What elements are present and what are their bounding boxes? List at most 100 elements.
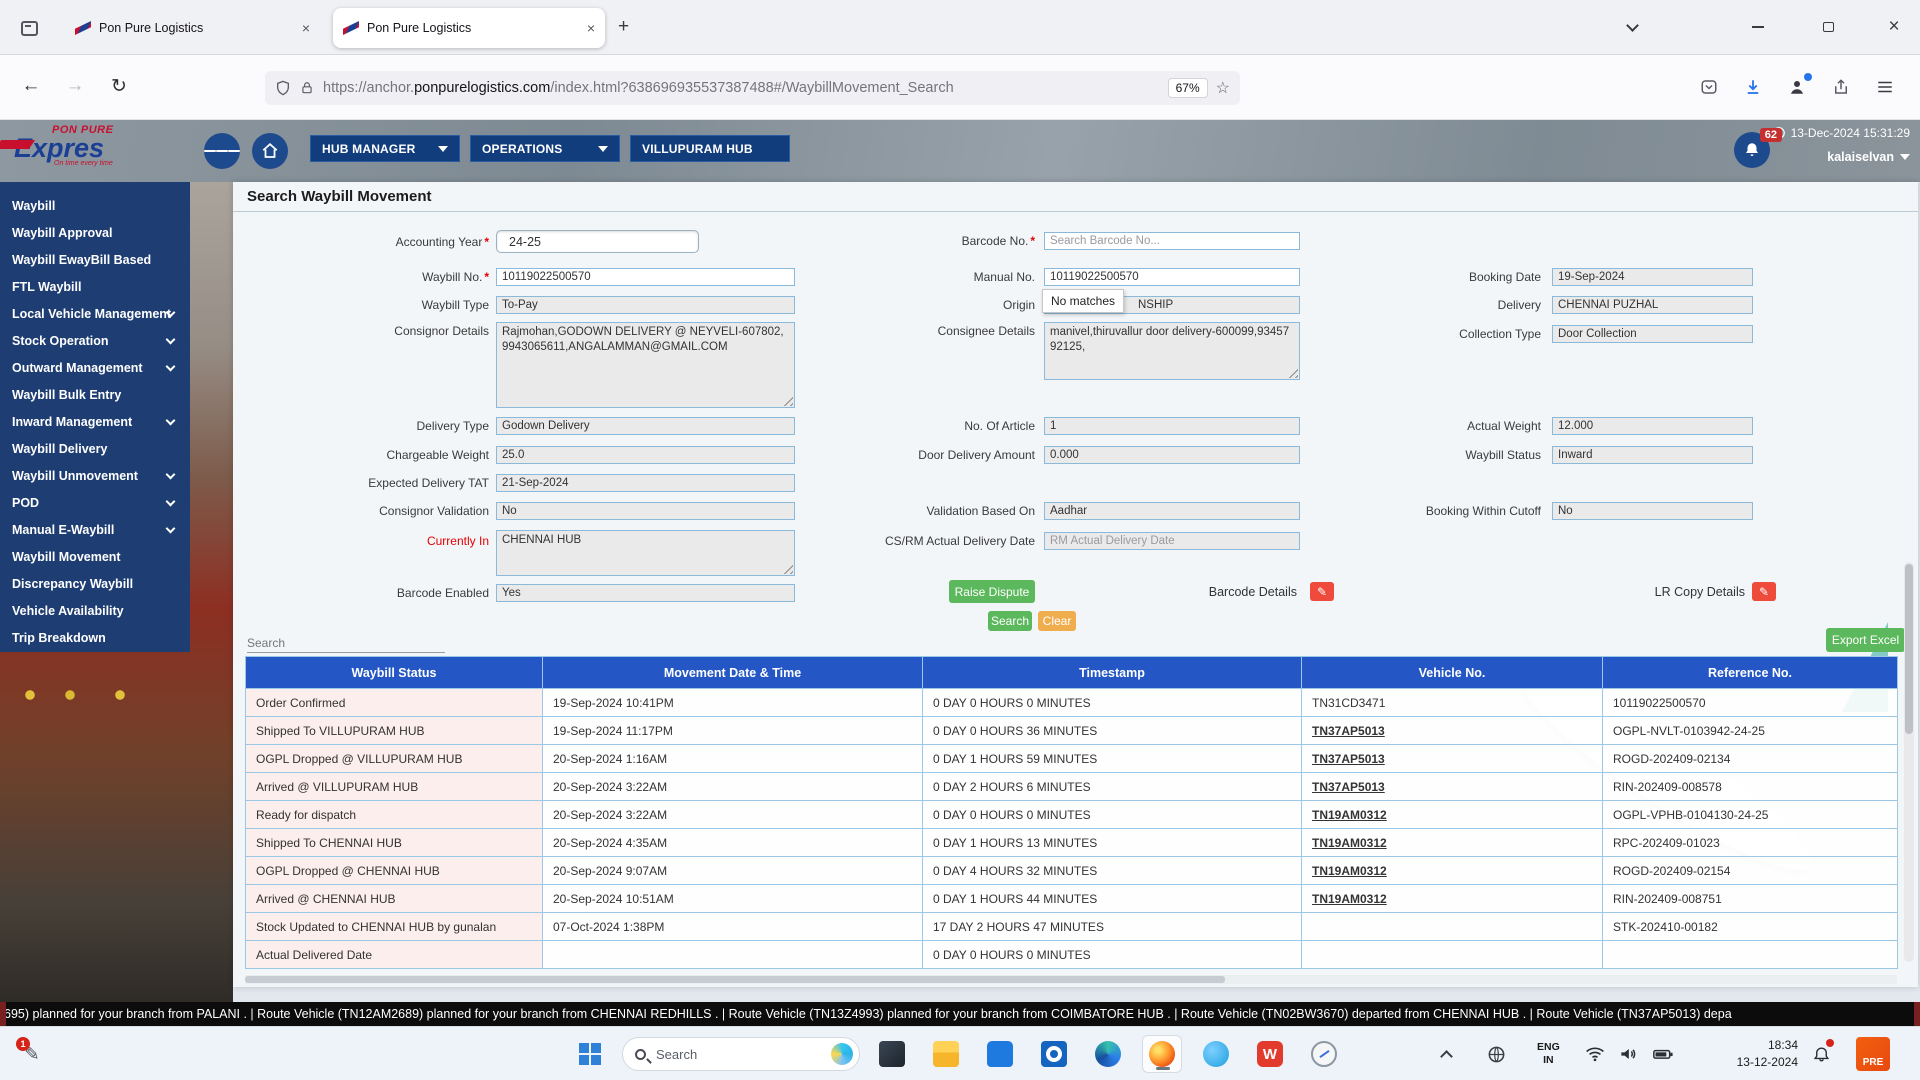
vehicle-link[interactable]: TN37AP5013 [1302,745,1603,773]
pre-recording-badge[interactable]: PRE [1856,1027,1890,1080]
hub-selector[interactable]: VILLUPURAM HUB [630,135,790,162]
sidebar-item-trip-breakdown[interactable]: Trip Breakdown [0,624,190,651]
clock[interactable]: 18:34 13-12-2024 [1712,1027,1798,1080]
timestamp-cell: 0 DAY 0 HOURS 0 MINUTES [923,801,1302,829]
bing-icon[interactable] [831,1043,853,1065]
new-tab-button[interactable]: + [618,16,629,38]
chevron-down-icon [438,146,448,152]
accounting-year-select[interactable] [496,230,699,253]
bookmark-star-icon[interactable]: ☆ [1216,78,1230,98]
menu-icon[interactable] [1870,71,1900,103]
start-button[interactable] [570,1035,610,1073]
barcode-no-input[interactable] [1044,232,1300,250]
snipping-tool-icon[interactable] [1304,1035,1344,1073]
sidebar-item-manual-e-waybill[interactable]: Manual E-Waybill [0,516,190,543]
vehicle-link[interactable]: TN37AP5013 [1302,773,1603,801]
battery-icon[interactable] [1652,1027,1674,1080]
sidebar-item-waybill-bulk-entry[interactable]: Waybill Bulk Entry [0,381,190,408]
results-filter-input[interactable] [247,633,445,653]
tray-chevron-icon[interactable] [1442,1027,1451,1080]
raise-dispute-button[interactable]: Raise Dispute [949,580,1035,603]
task-view-icon[interactable] [872,1035,912,1073]
display-project-icon[interactable] [1487,1027,1506,1080]
microsoft-store-icon[interactable] [980,1035,1020,1073]
search-button[interactable]: Search [988,611,1032,631]
barcode-enabled-label: Barcode Enabled [253,586,489,600]
vehicle-cell [1302,941,1603,969]
pocket-icon[interactable] [1694,71,1724,103]
vehicle-link[interactable]: TN37AP5013 [1302,717,1603,745]
export-excel-button[interactable]: Export Excel [1826,628,1905,652]
list-tabs-icon[interactable] [1610,12,1654,42]
hamburger-menu-icon[interactable] [204,133,240,169]
browser-tab-2-active[interactable]: Pon Pure Logistics × [333,8,605,48]
role-dropdown[interactable]: HUB MANAGER [310,135,460,162]
sidebar-item-discrepancy-waybill[interactable]: Discrepancy Waybill [0,570,190,597]
movement-cell: 19-Sep-2024 10:41PM [543,689,923,717]
back-icon[interactable]: ← [14,69,48,103]
vehicle-link[interactable]: TN19AM0312 [1302,885,1603,913]
sidebar-item-waybill-ewaybill-based[interactable]: Waybill EwayBill Based [0,246,190,273]
account-icon[interactable] [1782,71,1812,103]
user-menu[interactable]: kalaiselvan [1827,150,1910,164]
firefox-icon[interactable] [1142,1035,1182,1073]
sidebar-item-outward-management[interactable]: Outward Management [0,354,190,381]
clear-button[interactable]: Clear [1038,611,1076,631]
waybill-no-input[interactable] [496,268,795,286]
horizontal-scrollbar[interactable] [245,975,1897,984]
firefox-view-icon[interactable] [14,14,44,42]
sidebar-item-waybill-unmovement[interactable]: Waybill Unmovement [0,462,190,489]
share-icon[interactable] [1826,71,1856,103]
vertical-scrollbar[interactable] [1904,562,1914,962]
sidebar-item-local-vehicle-management[interactable]: Local Vehicle Management [0,300,190,327]
wps-icon[interactable]: W [1250,1035,1290,1073]
language-indicator[interactable]: ENGIN [1537,1027,1560,1080]
home-icon[interactable] [252,133,288,169]
timestamp-cell: 0 DAY 1 HOURS 59 MINUTES [923,745,1302,773]
vehicle-link[interactable]: TN19AM0312 [1302,801,1603,829]
forward-icon[interactable]: → [58,69,92,103]
consignee-details-label: Consignee Details [793,324,1035,338]
browser-tab-1[interactable]: Pon Pure Logistics × [65,8,320,48]
sidebar-item-waybill[interactable]: Waybill [0,192,190,219]
volume-icon[interactable] [1618,1027,1638,1080]
notification-bell[interactable]: 62 [1734,132,1770,168]
wifi-icon[interactable] [1585,1027,1605,1080]
department-dropdown[interactable]: OPERATIONS [470,135,620,162]
pen-app-icon[interactable]: ✎ 1 [12,1035,52,1073]
notification-center-bell[interactable] [1812,1027,1831,1080]
taskbar-search[interactable]: Search [622,1037,860,1071]
sidebar-item-pod[interactable]: POD [0,489,190,516]
waybill-status-cell: Arrived @ CHENNAI HUB [246,885,543,913]
tab-close-icon[interactable]: × [302,20,310,36]
sidebar-item-waybill-movement[interactable]: Waybill Movement [0,543,190,570]
zoom-level-badge[interactable]: 67% [1168,78,1208,98]
download-icon[interactable] [1738,71,1768,103]
lock-icon[interactable] [300,80,314,96]
table-row: Stock Updated to CHENNAI HUB by gunalan0… [246,913,1898,941]
tab-close-icon[interactable]: × [587,20,595,36]
url-bar[interactable]: https://anchor.ponpurelogistics.com/inde… [265,71,1240,105]
lr-copy-details-edit-icon[interactable]: ✎ [1752,582,1776,601]
manual-no-input[interactable] [1044,268,1300,286]
barcode-no-label: Barcode No.* [793,234,1035,248]
sidebar-item-vehicle-availability[interactable]: Vehicle Availability [0,597,190,624]
file-explorer-icon[interactable] [926,1035,966,1073]
vehicle-link[interactable]: TN19AM0312 [1302,857,1603,885]
sidebar-item-stock-operation[interactable]: Stock Operation [0,327,190,354]
restore-button[interactable] [1806,12,1850,42]
outlook-icon[interactable] [1034,1035,1074,1073]
actual-weight-label: Actual Weight [1333,419,1541,433]
sidebar-item-waybill-delivery[interactable]: Waybill Delivery [0,435,190,462]
sidebar-item-ftl-waybill[interactable]: FTL Waybill [0,273,190,300]
minimize-button[interactable] [1736,12,1780,42]
skype-icon[interactable] [1196,1035,1236,1073]
reload-icon[interactable]: ↻ [102,69,136,103]
barcode-details-edit-icon[interactable]: ✎ [1310,582,1334,601]
close-button[interactable]: × [1872,12,1916,42]
vehicle-link[interactable]: TN19AM0312 [1302,829,1603,857]
sidebar-item-inward-management[interactable]: Inward Management [0,408,190,435]
tracking-shield-icon[interactable] [275,80,291,96]
sidebar-item-waybill-approval[interactable]: Waybill Approval [0,219,190,246]
edge-icon[interactable] [1088,1035,1128,1073]
